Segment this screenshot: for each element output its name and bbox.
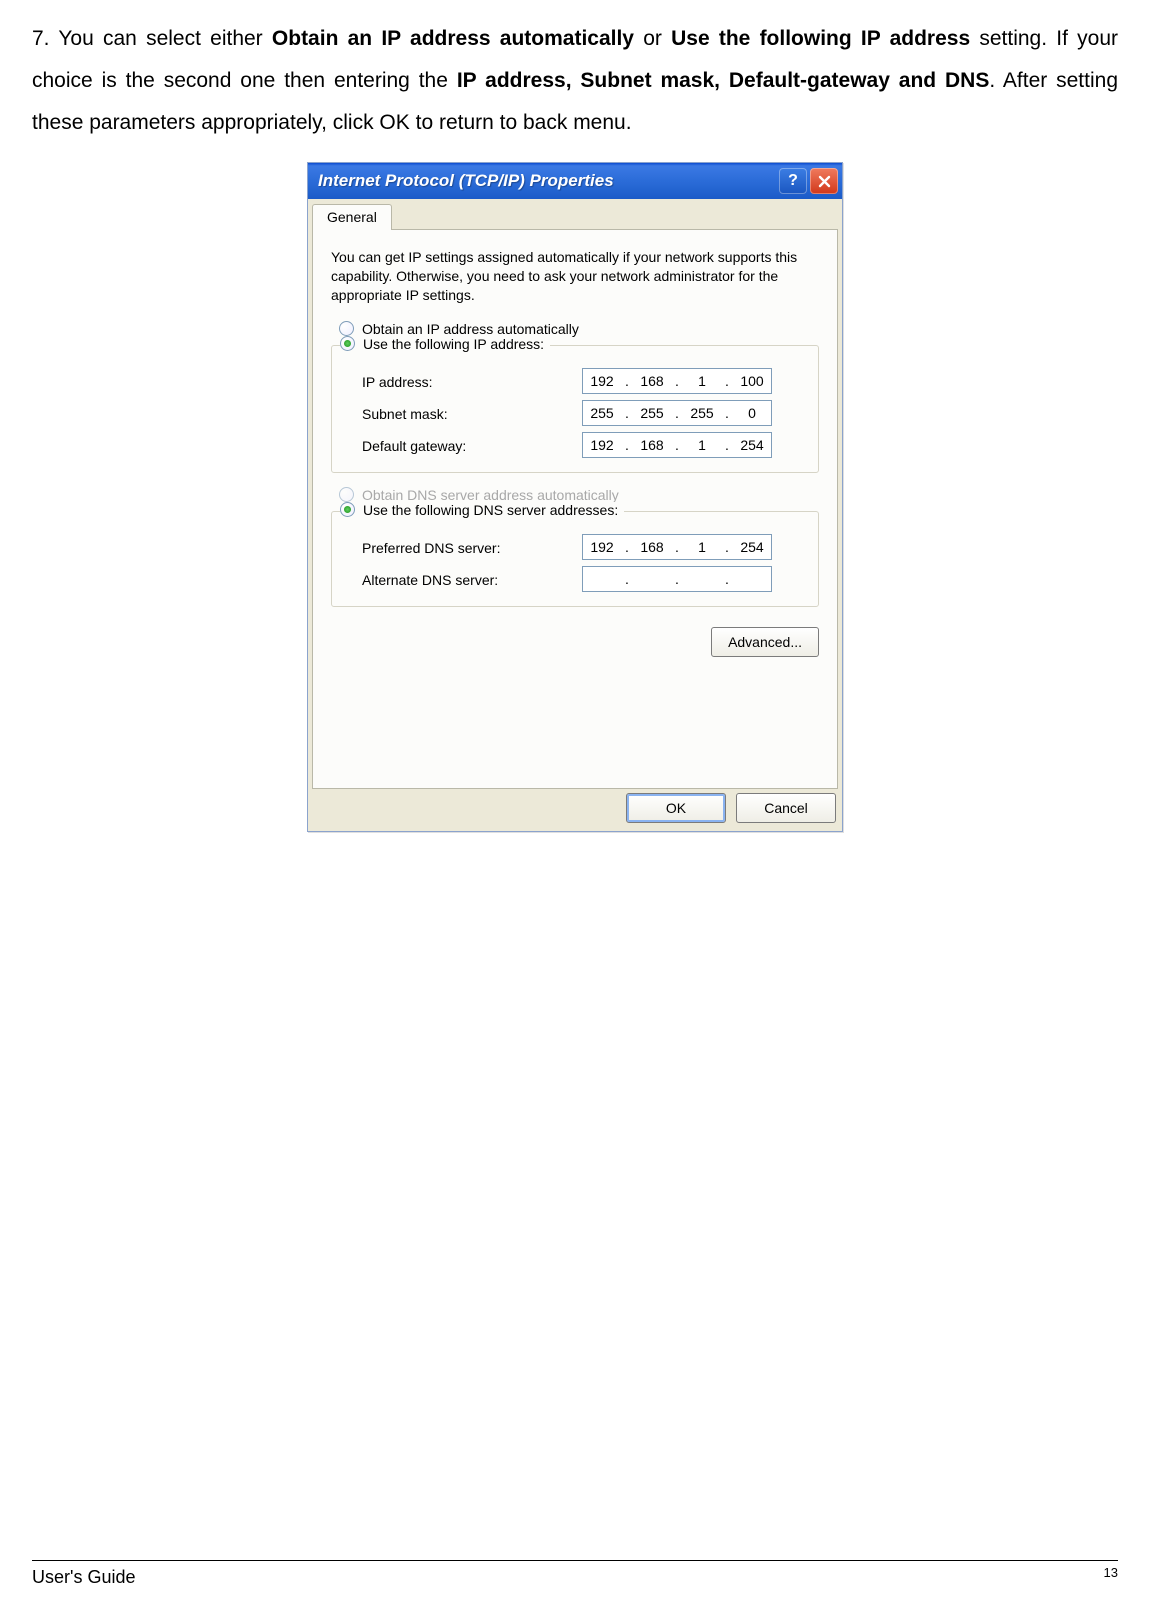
dialog-titlebar[interactable]: Internet Protocol (TCP/IP) Properties ? [308,163,842,199]
tab-panel-general: You can get IP settings assigned automat… [312,229,838,789]
footer-page-number: 13 [1104,1565,1118,1586]
radio-icon [339,487,354,502]
instruction-text: 7. You can select either Obtain an IP ad… [32,18,1118,144]
dialog-buttons: OK Cancel [308,793,842,831]
radio-obtain-dns-auto: Obtain DNS server address automatically [339,487,819,503]
cancel-button[interactable]: Cancel [736,793,836,823]
preferred-dns-label: Preferred DNS server: [362,538,582,556]
help-icon: ? [788,172,798,190]
advanced-button[interactable]: Advanced... [711,627,819,657]
subnet-mask-label: Subnet mask: [362,404,582,422]
default-gateway-input[interactable]: 192. 168. 1. 254 [582,432,772,458]
default-gateway-label: Default gateway: [362,436,582,454]
tab-strip: General [308,199,842,229]
radio-icon [339,321,354,336]
alternate-dns-label: Alternate DNS server: [362,570,582,588]
radio-label: Obtain an IP address automatically [362,321,579,337]
close-button[interactable] [810,168,838,194]
help-button[interactable]: ? [779,168,807,194]
description-text: You can get IP settings assigned automat… [331,248,819,305]
dialog-title: Internet Protocol (TCP/IP) Properties [318,171,776,191]
tcpip-properties-dialog: Internet Protocol (TCP/IP) Properties ? … [307,162,843,832]
alternate-dns-input[interactable]: . . . [582,566,772,592]
ip-address-input[interactable]: 192. 168. 1. 100 [582,368,772,394]
footer-guide-label: User's Guide [32,1567,135,1588]
close-icon [818,175,831,188]
radio-icon [340,336,355,351]
radio-use-following-dns[interactable]: Use the following DNS server addresses: [363,502,618,518]
page-footer: User's Guide 13 [32,1560,1118,1588]
subnet-mask-input[interactable]: 255. 255. 255. 0 [582,400,772,426]
radio-obtain-ip-auto[interactable]: Obtain an IP address automatically [339,321,819,337]
preferred-dns-input[interactable]: 192. 168. 1. 254 [582,534,772,560]
static-ip-group: Use the following IP address: IP address… [331,345,819,473]
static-dns-group: Use the following DNS server addresses: … [331,511,819,607]
radio-use-following-ip[interactable]: Use the following IP address: [363,336,544,352]
tab-general[interactable]: General [312,204,392,230]
radio-icon [340,502,355,517]
radio-label: Obtain DNS server address automatically [362,487,619,503]
ip-address-label: IP address: [362,372,582,390]
ok-button[interactable]: OK [626,793,726,823]
